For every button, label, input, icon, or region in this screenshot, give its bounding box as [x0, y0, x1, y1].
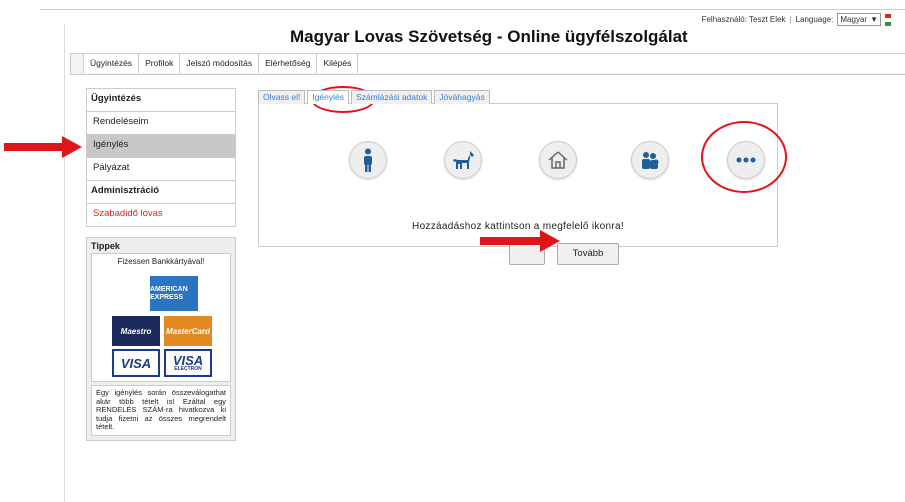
hungarian-flag-icon[interactable] — [885, 13, 891, 26]
request-panel: Hozzáadáshoz kattintson a megfelelő ikon… — [258, 103, 778, 265]
next-button[interactable]: Tovább — [557, 243, 619, 265]
horse-icon[interactable] — [444, 141, 482, 179]
app-title: Magyar Lovas Szövetség - Online ügyfélsz… — [290, 27, 688, 46]
user-label: Felhasználó: Teszt Elek — [701, 15, 786, 24]
nav-kilepes[interactable]: Kilépés — [317, 54, 359, 73]
sidebar-item-rendeleseim[interactable]: Rendeléseim — [87, 111, 235, 134]
card-caption: Fizessen Bankkártyával! — [117, 257, 205, 266]
mastercard-logo: MasterCard — [164, 316, 212, 346]
annotation-arrow-sidebar — [4, 136, 82, 158]
tab-jovahagyas[interactable]: Jóváhagyás — [434, 90, 490, 104]
main-content: Olvass el! Igénylés Számlázási adatok Jó… — [258, 90, 778, 265]
sidebar-item-palyazat[interactable]: Pályázat — [87, 157, 235, 180]
visa-logo: VISA — [112, 349, 160, 377]
nav-elerhetoseg[interactable]: Elérhetőség — [259, 54, 318, 73]
person-icon[interactable] — [349, 141, 387, 179]
amex-logo: AMERICAN EXPRESS — [150, 276, 198, 311]
sidebar-section-ugyintezes: Ügyintézés — [87, 89, 235, 111]
tip-text: Egy igénylés során összeválogathat akár … — [91, 385, 231, 436]
language-select[interactable]: Magyar ▼ — [837, 13, 881, 26]
visa-electron-logo: VISA ELECTRON — [164, 349, 212, 377]
maestro-logo: Maestro — [112, 316, 160, 346]
tab-olvass-el[interactable]: Olvass el! — [258, 90, 306, 104]
language-label: Language: — [795, 15, 834, 24]
user-bar: Felhasználó: Teszt Elek | Language: Magy… — [702, 13, 891, 26]
sidebar-item-igenyles[interactable]: Igénylés — [87, 134, 235, 157]
dropdown-arrow-icon: ▼ — [870, 15, 878, 24]
nav-jelszo-modositas[interactable]: Jelszó módosítás — [180, 54, 260, 73]
tips-panel: Tippek Fizessen Bankkártyával! AMERICAN … — [86, 237, 236, 441]
tab-igenyles[interactable]: Igénylés — [307, 90, 349, 104]
group-icon[interactable] — [631, 141, 669, 179]
tab-szamlazasi-adatok[interactable]: Számlázási adatok — [351, 90, 433, 104]
annotation-arrow-button — [480, 230, 560, 252]
tips-title: Tippek — [91, 241, 120, 251]
nav-ugyintezes[interactable]: Ügyintézés — [84, 54, 140, 73]
nav-profilok[interactable]: Profilok — [139, 54, 181, 73]
sidebar: Ügyintézés Rendeléseim Igénylés Pályázat… — [86, 88, 236, 441]
more-icon[interactable] — [727, 141, 765, 179]
sidebar-section-adminisztracio: Adminisztráció — [87, 180, 235, 203]
language-value: Magyar — [840, 15, 868, 24]
house-icon[interactable] — [539, 141, 577, 179]
card-logos: Fizessen Bankkártyával! AMERICAN EXPRESS… — [91, 253, 231, 382]
content-tabs: Olvass el! Igénylés Számlázási adatok Jó… — [258, 90, 778, 104]
sidebar-item-szabadido-lovas[interactable]: Szabadidő lovas — [87, 203, 235, 226]
top-nav: Ügyintézés Profilok Jelszó módosítás Elé… — [70, 53, 905, 75]
